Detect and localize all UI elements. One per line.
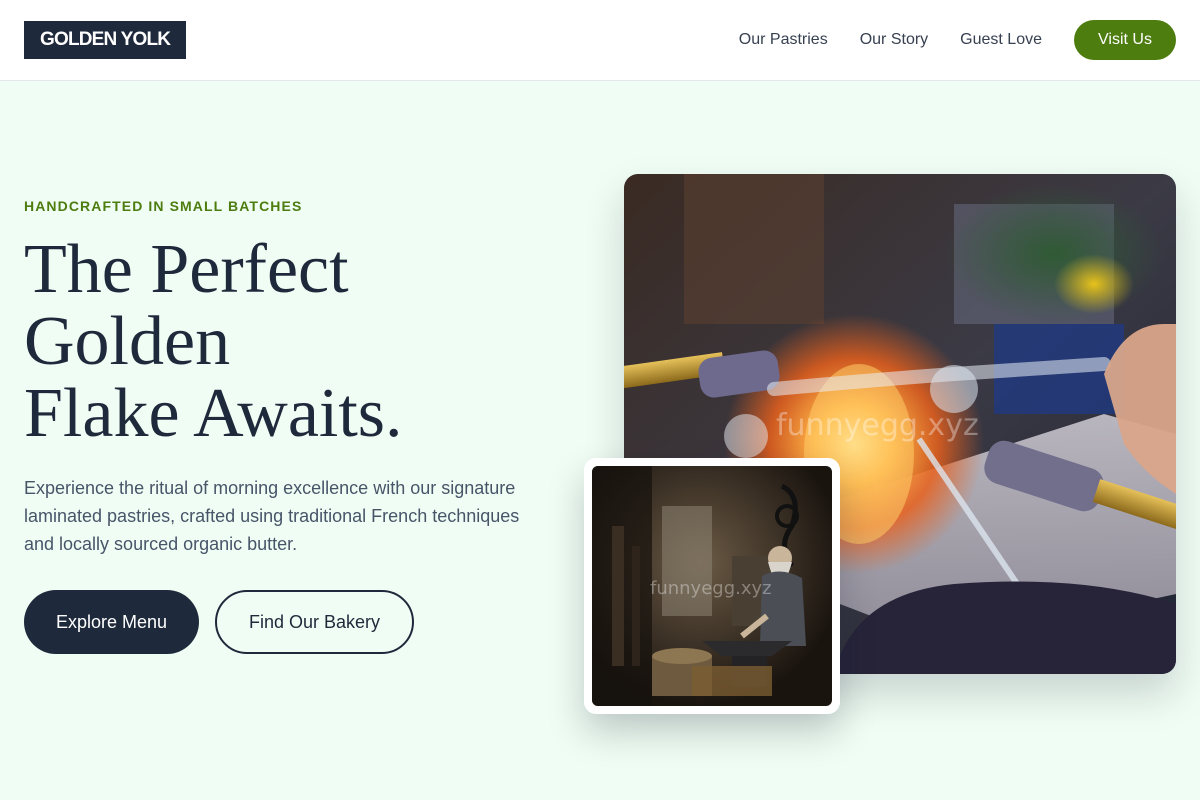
hero-inset-photo-frame: funnyegg.xyz bbox=[584, 458, 840, 714]
logo[interactable]: GOLDEN YOLK bbox=[24, 21, 187, 59]
hero-headline: The Perfect Golden Flake Awaits. bbox=[24, 234, 584, 450]
main-nav: Our Pastries Our Story Guest Love Visit … bbox=[739, 0, 1176, 80]
visit-us-button[interactable]: Visit Us bbox=[1074, 20, 1176, 60]
hero-inset-photo bbox=[592, 466, 832, 706]
find-our-bakery-button[interactable]: Find Our Bakery bbox=[215, 590, 414, 654]
site-header: GOLDEN YOLK Our Pastries Our Story Guest… bbox=[0, 0, 1200, 81]
headline-line-3: Flake Awaits. bbox=[24, 375, 403, 452]
headline-line-2: Golden bbox=[24, 303, 231, 380]
hero-description: Experience the ritual of morning excelle… bbox=[24, 478, 520, 554]
nav-link-guest-love[interactable]: Guest Love bbox=[960, 31, 1042, 49]
hero-eyebrow: HANDCRAFTED IN SMALL BATCHES bbox=[24, 198, 303, 214]
nav-link-our-pastries[interactable]: Our Pastries bbox=[739, 31, 828, 49]
blacksmith-photo bbox=[592, 466, 832, 706]
explore-menu-button[interactable]: Explore Menu bbox=[24, 590, 199, 654]
nav-link-our-story[interactable]: Our Story bbox=[860, 31, 928, 49]
headline-line-1: The Perfect bbox=[24, 231, 349, 308]
